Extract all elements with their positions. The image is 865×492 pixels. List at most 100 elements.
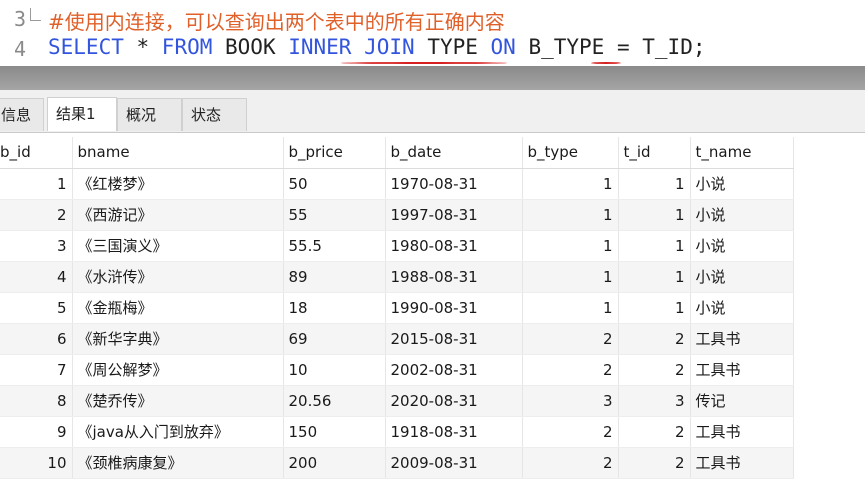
table-row[interactable]: 10 《颈椎病康复》 200 2009-08-31 2 2 工具书	[0, 447, 794, 479]
cell-t-id[interactable]: 2	[618, 447, 691, 479]
cell-bname[interactable]: 《java从入门到放弃》	[72, 416, 284, 448]
table-row[interactable]: 6 《新华字典》 69 2015-08-31 2 2 工具书	[0, 323, 794, 355]
column-header-t-name[interactable]: t_name	[690, 137, 794, 169]
cell-b-price[interactable]: 55.5	[283, 230, 386, 262]
cell-b-type[interactable]: 2	[522, 416, 619, 448]
cell-b-id[interactable]: 10	[0, 447, 73, 479]
cell-b-date[interactable]: 2020-08-31	[385, 385, 523, 417]
cell-b-date[interactable]: 1980-08-31	[385, 230, 523, 262]
cell-bname[interactable]: 《金瓶梅》	[72, 292, 284, 324]
cell-b-price[interactable]: 20.56	[283, 385, 386, 417]
cell-t-name[interactable]: 小说	[690, 261, 794, 293]
column-header-b-date[interactable]: b_date	[385, 137, 523, 169]
cell-t-id[interactable]: 1	[618, 292, 691, 324]
table-row[interactable]: 7 《周公解梦》 10 2002-08-31 2 2 工具书	[0, 354, 794, 386]
cell-b-id[interactable]: 8	[0, 385, 73, 417]
cell-b-id[interactable]: 2	[0, 199, 73, 231]
cell-b-id[interactable]: 1	[0, 168, 73, 200]
cell-t-name[interactable]: 工具书	[690, 416, 794, 448]
cell-b-date[interactable]: 1988-08-31	[385, 261, 523, 293]
cell-t-id[interactable]: 2	[618, 416, 691, 448]
token-star: *	[123, 35, 162, 59]
cell-t-id[interactable]: 1	[618, 199, 691, 231]
cell-b-price[interactable]: 50	[283, 168, 386, 200]
cell-b-type[interactable]: 1	[522, 168, 619, 200]
cell-b-type[interactable]: 1	[522, 261, 619, 293]
cell-t-name[interactable]: 小说	[690, 292, 794, 324]
cell-b-id[interactable]: 3	[0, 230, 73, 262]
result-grid: b_id bname b_price b_date b_type t_id t_…	[0, 137, 794, 479]
cell-b-date[interactable]: 1990-08-31	[385, 292, 523, 324]
cell-b-id[interactable]: 4	[0, 261, 73, 293]
grid-header-row: b_id bname b_price b_date b_type t_id t_…	[0, 137, 794, 169]
table-row[interactable]: 4 《水浒传》 89 1988-08-31 1 1 小说	[0, 261, 794, 293]
cell-b-price[interactable]: 10	[283, 354, 386, 386]
line-number: 4	[13, 37, 26, 61]
cell-b-date[interactable]: 1997-08-31	[385, 199, 523, 231]
tab-info[interactable]: 信息	[0, 98, 44, 131]
cell-b-date[interactable]: 1970-08-31	[385, 168, 523, 200]
cell-b-date[interactable]: 2009-08-31	[385, 447, 523, 479]
cell-bname[interactable]: 《西游记》	[72, 199, 284, 231]
cell-b-id[interactable]: 5	[0, 292, 73, 324]
cell-b-date[interactable]: 2015-08-31	[385, 323, 523, 355]
keyword-inner-join: INNER JOIN	[288, 35, 415, 59]
cell-bname[interactable]: 《楚乔传》	[72, 385, 284, 417]
cell-t-id[interactable]: 1	[618, 168, 691, 200]
fold-marker-icon	[30, 8, 41, 21]
cell-b-type[interactable]: 2	[522, 447, 619, 479]
column-header-b-id[interactable]: b_id	[0, 137, 73, 169]
cell-t-name[interactable]: 工具书	[690, 323, 794, 355]
cell-b-type[interactable]: 2	[522, 323, 619, 355]
cell-t-name[interactable]: 工具书	[690, 447, 794, 479]
cell-bname[interactable]: 《三国演义》	[72, 230, 284, 262]
table-row[interactable]: 8 《楚乔传》 20.56 2020-08-31 3 3 传记	[0, 385, 794, 417]
cell-b-id[interactable]: 9	[0, 416, 73, 448]
cell-b-price[interactable]: 55	[283, 199, 386, 231]
cell-b-date[interactable]: 2002-08-31	[385, 354, 523, 386]
cell-b-date[interactable]: 1918-08-31	[385, 416, 523, 448]
cell-bname[interactable]: 《新华字典》	[72, 323, 284, 355]
column-header-t-id[interactable]: t_id	[618, 137, 691, 169]
cell-b-price[interactable]: 200	[283, 447, 386, 479]
editor-splitter[interactable]	[0, 66, 865, 90]
sql-editor[interactable]: 3 #使用内连接，可以查询出两个表中的所有正确内容 4 SELECT * FRO…	[0, 0, 865, 66]
cell-t-name[interactable]: 传记	[690, 385, 794, 417]
cell-t-id[interactable]: 2	[618, 354, 691, 386]
tab-result1[interactable]: 结果1	[47, 97, 117, 131]
table-row[interactable]: 2 《西游记》 55 1997-08-31 1 1 小说	[0, 199, 794, 231]
table-row[interactable]: 5 《金瓶梅》 18 1990-08-31 1 1 小说	[0, 292, 794, 324]
cell-b-id[interactable]: 7	[0, 354, 73, 386]
column-header-b-price[interactable]: b_price	[283, 137, 386, 169]
table-row[interactable]: 9 《java从入门到放弃》 150 1918-08-31 2 2 工具书	[0, 416, 794, 448]
cell-b-price[interactable]: 69	[283, 323, 386, 355]
column-header-b-type[interactable]: b_type	[522, 137, 619, 169]
tab-profile[interactable]: 概况	[117, 98, 182, 131]
cell-bname[interactable]: 《颈椎病康复》	[72, 447, 284, 479]
cell-t-name[interactable]: 小说	[690, 230, 794, 262]
cell-t-id[interactable]: 1	[618, 261, 691, 293]
cell-bname[interactable]: 《周公解梦》	[72, 354, 284, 386]
table-row[interactable]: 1 《红楼梦》 50 1970-08-31 1 1 小说	[0, 168, 794, 200]
column-header-bname[interactable]: bname	[72, 137, 284, 169]
tab-status[interactable]: 状态	[182, 98, 247, 131]
cell-t-id[interactable]: 2	[618, 323, 691, 355]
cell-b-type[interactable]: 1	[522, 199, 619, 231]
cell-t-name[interactable]: 小说	[690, 168, 794, 200]
cell-b-price[interactable]: 150	[283, 416, 386, 448]
cell-bname[interactable]: 《水浒传》	[72, 261, 284, 293]
cell-t-id[interactable]: 1	[618, 230, 691, 262]
cell-bname[interactable]: 《红楼梦》	[72, 168, 284, 200]
cell-b-id[interactable]: 6	[0, 323, 73, 355]
cell-b-type[interactable]: 3	[522, 385, 619, 417]
keyword-from: FROM	[161, 35, 213, 59]
cell-t-id[interactable]: 3	[618, 385, 691, 417]
cell-b-type[interactable]: 1	[522, 292, 619, 324]
cell-t-name[interactable]: 工具书	[690, 354, 794, 386]
cell-b-price[interactable]: 89	[283, 261, 386, 293]
cell-b-type[interactable]: 1	[522, 230, 619, 262]
cell-t-name[interactable]: 小说	[690, 199, 794, 231]
cell-b-type[interactable]: 2	[522, 354, 619, 386]
table-row[interactable]: 3 《三国演义》 55.5 1980-08-31 1 1 小说	[0, 230, 794, 262]
cell-b-price[interactable]: 18	[283, 292, 386, 324]
